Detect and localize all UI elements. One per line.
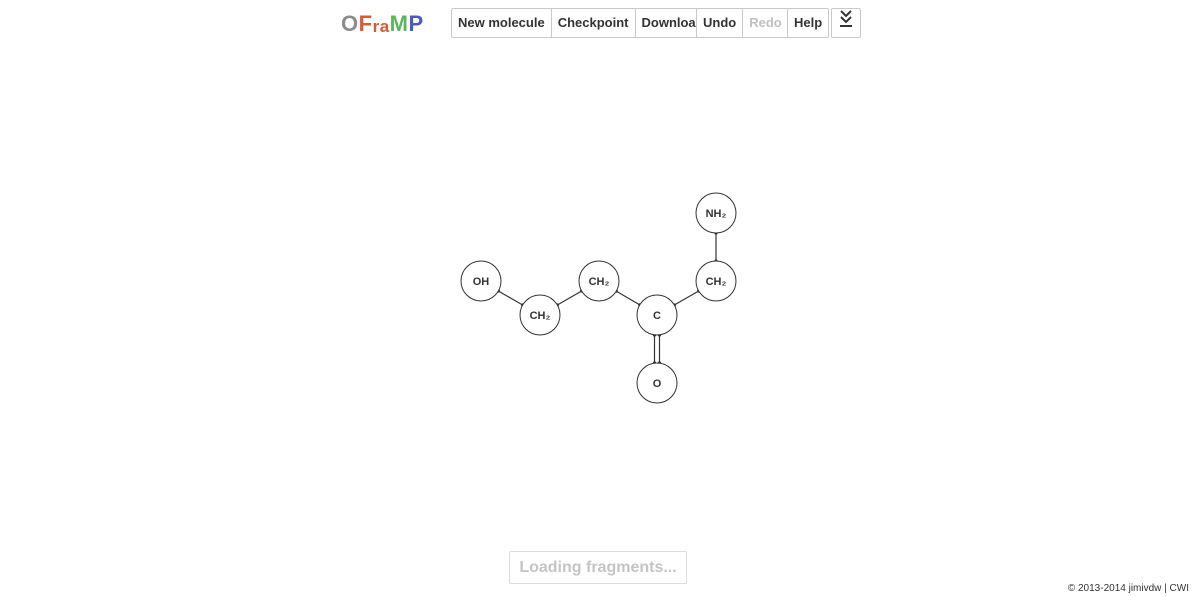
atom-label: OH [473, 276, 490, 288]
atom-label: CH₂ [706, 276, 727, 288]
footer: © 2013-2014 jimivdw | CWI [1068, 583, 1189, 594]
bond-a2-a3 [555, 289, 584, 307]
bond-line [615, 290, 641, 306]
bond-a6-a7 [714, 231, 718, 263]
atom-label: CH₂ [589, 276, 610, 288]
atom-a4[interactable]: C [636, 294, 678, 336]
atom-a6[interactable]: CH₂ [695, 260, 737, 302]
bond-a4-a5 [652, 333, 662, 365]
copyright-text: © 2013-2014 [1067, 583, 1126, 594]
molecule-canvas[interactable]: OH CH₂ CH₂ C O CH₂ NH₂ [0, 0, 1198, 597]
atoms-layer: OH CH₂ CH₂ C O CH₂ NH₂ [460, 192, 737, 404]
bond-a3-a4 [614, 289, 642, 307]
bond-a4-a6 [672, 289, 701, 307]
org-link[interactable]: CWI [1170, 583, 1189, 594]
atom-label: O [653, 378, 662, 390]
footer-separator: | [1164, 583, 1167, 594]
bond-line [674, 290, 699, 306]
atom-label: NH₂ [706, 208, 727, 220]
atom-a1[interactable]: OH [460, 260, 502, 302]
atom-a3[interactable]: CH₂ [578, 260, 620, 302]
atom-a2[interactable]: CH₂ [519, 294, 561, 336]
bond-a1-a2 [496, 289, 525, 307]
atom-a7[interactable]: NH₂ [695, 192, 737, 234]
author-link[interactable]: jimivdw [1129, 583, 1162, 594]
fragments-loading-status: Loading fragments... [509, 551, 687, 584]
bond-line [557, 290, 582, 306]
bond-line [498, 290, 523, 306]
atom-label: C [653, 310, 661, 322]
atom-label: CH₂ [530, 310, 551, 322]
oframp-app: O F r a M P New molecule Checkpoint Down… [0, 0, 1198, 597]
atom-a5[interactable]: O [636, 362, 678, 404]
